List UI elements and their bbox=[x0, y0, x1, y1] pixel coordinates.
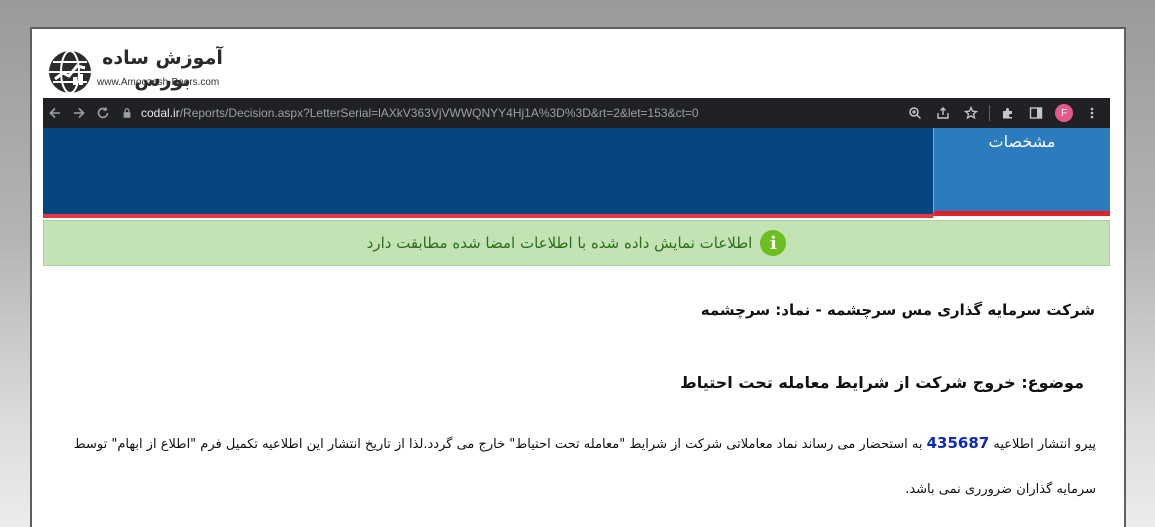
screenshot-frame: آموزش ساده بورس www.Amoozesh-Boors.com c… bbox=[30, 27, 1126, 527]
side-panel-button[interactable] bbox=[1024, 98, 1048, 128]
logo-url-text: www.Amoozesh-Boors.com bbox=[97, 77, 220, 88]
body-prefix: پیرو انتشار اطلاعیه bbox=[989, 437, 1096, 452]
reload-button[interactable] bbox=[91, 98, 115, 128]
info-icon: i bbox=[760, 230, 787, 256]
arrow-right-icon bbox=[74, 107, 85, 119]
notice-number: 435687 bbox=[926, 434, 990, 452]
menu-button[interactable] bbox=[1080, 98, 1104, 128]
browser-toolbar: codal.ir/Reports/Decision.aspx?LetterSer… bbox=[43, 98, 1110, 128]
share-icon bbox=[937, 107, 949, 119]
profile-button[interactable]: F bbox=[1052, 98, 1076, 128]
forward-button[interactable] bbox=[67, 98, 91, 128]
side-panel-icon bbox=[1029, 107, 1043, 119]
lock-icon bbox=[123, 108, 131, 118]
verification-notice: i اطلاعات نمایش داده شده با اطلاعات امضا… bbox=[43, 220, 1110, 266]
site-info-button[interactable] bbox=[121, 98, 135, 128]
reload-icon bbox=[97, 107, 109, 119]
profile-avatar: F bbox=[1055, 104, 1073, 122]
globe-chart-logo-icon bbox=[49, 50, 91, 94]
arrow-left-icon bbox=[49, 107, 60, 119]
company-title: شرکت سرمایه گذاری مس سرچشمه - نماد: سرچش… bbox=[700, 301, 1095, 319]
zoom-button[interactable] bbox=[903, 98, 927, 128]
star-icon bbox=[964, 106, 978, 120]
tab-details-label: مشخصات bbox=[988, 132, 1056, 151]
url-domain: codal.ir bbox=[141, 106, 180, 120]
back-button[interactable] bbox=[43, 98, 67, 128]
share-button[interactable] bbox=[931, 98, 955, 128]
address-bar[interactable]: codal.ir/Reports/Decision.aspx?LetterSer… bbox=[141, 106, 699, 120]
tab-details[interactable]: مشخصات bbox=[933, 128, 1110, 216]
announcement-body: پیرو انتشار اطلاعیه 435687 به استحضار می… bbox=[46, 421, 1096, 512]
bookmark-button[interactable] bbox=[959, 98, 983, 128]
subject-heading: موضوع: خروج شرکت از شرایط معامله تحت احت… bbox=[680, 373, 1084, 392]
toolbar-separator bbox=[989, 105, 990, 121]
url-path: /Reports/Decision.aspx?LetterSerial=lAXk… bbox=[179, 106, 699, 120]
site-logo: آموزش ساده بورس www.Amoozesh-Boors.com bbox=[47, 47, 232, 97]
more-vertical-icon bbox=[1090, 107, 1094, 119]
toolbar-actions: F bbox=[903, 98, 1104, 128]
puzzle-icon bbox=[1003, 108, 1012, 119]
verification-text: اطلاعات نمایش داده شده با اطلاعات امضا ش… bbox=[366, 234, 753, 252]
header-banner bbox=[43, 128, 933, 218]
extensions-button[interactable] bbox=[996, 98, 1020, 128]
zoom-icon bbox=[909, 107, 921, 119]
